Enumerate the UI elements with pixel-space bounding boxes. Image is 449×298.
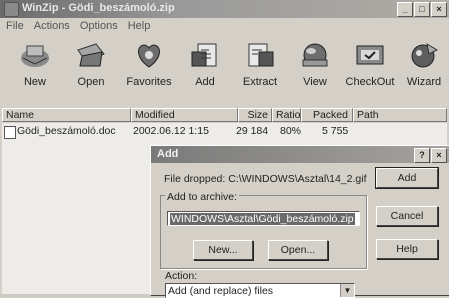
dialog-title-bar[interactable]: Add ? × [151, 146, 449, 163]
toolbar-extract-button[interactable]: Extract [235, 40, 285, 88]
wizard-icon [411, 42, 439, 68]
winzip-app-icon [4, 2, 19, 17]
maximize-button[interactable]: □ [414, 2, 430, 17]
add-to-archive-label: Add to archive: [165, 191, 240, 203]
minimize-button[interactable]: _ [397, 2, 413, 17]
view-icon [302, 43, 328, 67]
add-button[interactable]: Add [375, 167, 439, 189]
column-header-modified[interactable]: Modified [131, 108, 238, 122]
action-label: Action: [165, 270, 198, 282]
column-header-size[interactable]: Size [238, 108, 272, 122]
file-packed: 5 755 [322, 125, 349, 137]
toolbar-add-button[interactable]: Add [180, 40, 230, 88]
toolbar-wizard-button[interactable]: Wizard [399, 40, 449, 88]
open-archive-button[interactable]: Open... [268, 240, 328, 260]
column-header-path[interactable]: Path [353, 108, 447, 122]
cancel-button[interactable]: Cancel [376, 206, 438, 226]
document-icon [4, 126, 16, 139]
toolbar-favorites-button[interactable]: Favorites [124, 40, 174, 88]
toolbar-view-button[interactable]: View [290, 40, 340, 88]
close-button[interactable]: × [431, 2, 447, 17]
table-row[interactable]: Gödi_beszámoló.doc 2002.06.12 1:15 29 18… [4, 125, 444, 139]
dialog-help-icon[interactable]: ? [414, 148, 430, 163]
checkout-icon [356, 45, 384, 65]
column-header-name[interactable]: Name [2, 108, 131, 122]
menu-options[interactable]: Options [80, 20, 118, 36]
archive-path-input[interactable]: WINDOWS\Asztal\Gödi_beszámoló.zip [167, 211, 360, 226]
column-header-packed[interactable]: Packed [301, 108, 353, 122]
chevron-down-icon[interactable]: ▼ [340, 284, 354, 297]
title-bar[interactable]: WinZip - Gödi_beszámoló.zip _ □ × [0, 0, 449, 18]
toolbar: New Open Favorites Add Extract View Chec… [0, 38, 449, 102]
action-select[interactable]: Add (and replace) files ▼ [165, 283, 355, 298]
extract-icon [248, 43, 274, 67]
menu-actions[interactable]: Actions [34, 20, 70, 36]
action-select-value: Add (and replace) files [168, 285, 274, 297]
open-archive-icon [77, 43, 105, 67]
file-size: 29 184 [236, 125, 269, 137]
add-to-archive-group [160, 195, 367, 269]
new-archive-icon [21, 45, 49, 67]
file-modified: 2002.06.12 1:15 [133, 125, 209, 137]
favorites-icon [138, 44, 160, 68]
toolbar-open-button[interactable]: Open [66, 40, 116, 88]
menu-bar: File Actions Options Help [0, 20, 150, 36]
help-button[interactable]: Help [376, 239, 438, 259]
add-icon [191, 43, 217, 67]
dialog-title: Add [157, 148, 179, 160]
toolbar-new-button[interactable]: New [10, 40, 60, 88]
window-title: WinZip - Gödi_beszámoló.zip [22, 2, 175, 14]
menu-help[interactable]: Help [128, 20, 151, 36]
menu-file[interactable]: File [6, 20, 24, 36]
archive-path-value: WINDOWS\Asztal\Gödi_beszámoló.zip [170, 213, 355, 225]
add-dialog: Add ? × File dropped: C:\WINDOWS\Asztal\… [150, 145, 449, 298]
file-ratio: 80% [280, 125, 302, 137]
new-archive-button[interactable]: New... [193, 240, 253, 260]
file-name: Gödi_beszámoló.doc [17, 125, 116, 137]
dialog-close-icon[interactable]: × [431, 148, 447, 163]
column-header-ratio[interactable]: Ratio [272, 108, 301, 122]
toolbar-checkout-button[interactable]: CheckOut [345, 40, 395, 88]
file-dropped-text: File dropped: C:\WINDOWS\Asztal\14_2.gif [164, 173, 367, 185]
winzip-window: WinZip - Gödi_beszámoló.zip _ □ × File A… [0, 0, 449, 298]
